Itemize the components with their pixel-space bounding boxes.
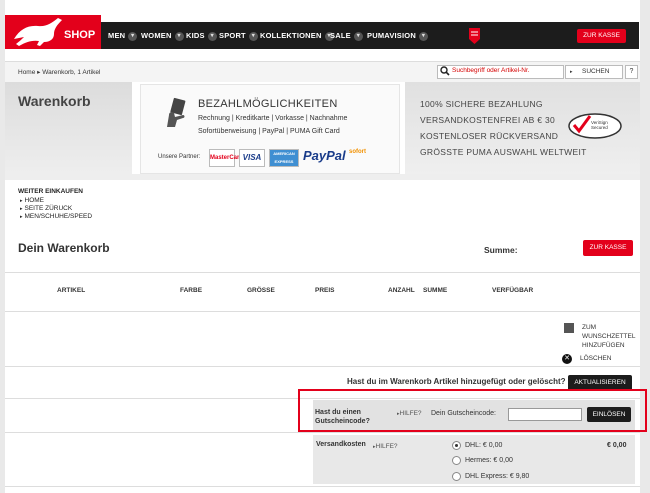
- puma-cat-logo-icon[interactable]: [10, 15, 65, 48]
- chevron-down-icon: ▾: [128, 31, 138, 41]
- shipping-label: Versandkosten: [316, 441, 366, 448]
- column-price: PREIS: [315, 287, 335, 294]
- table-divider: [5, 366, 640, 367]
- chevron-down-icon: ▾: [207, 31, 217, 41]
- chevron-down-icon: ▾: [418, 31, 428, 41]
- shipping-help-link[interactable]: HILFE?: [373, 443, 398, 450]
- page-title: Warenkorb: [18, 93, 91, 109]
- wishlist-icon[interactable]: [564, 323, 574, 333]
- payment-methods-line1: Rechnung | Kreditkarte | Vorkasse | Nach…: [198, 115, 348, 122]
- nav-sale[interactable]: SALE ▾: [330, 31, 363, 41]
- table-divider: [5, 272, 640, 273]
- payment-title: BEZAHLMÖGLICHKEITEN: [198, 98, 338, 110]
- nav-kids-label: KIDS: [186, 31, 205, 40]
- column-article: ARTIKEL: [57, 287, 86, 294]
- delete-icon[interactable]: ✕: [562, 354, 572, 364]
- nav-sport-label: SPORT: [219, 31, 246, 40]
- puma-shield-icon: [469, 28, 480, 44]
- nav-kollektionen-label: KOLLEKTIONEN: [260, 31, 322, 40]
- promise-secure-payment: 100% SICHERE BEZAHLUNG: [420, 99, 543, 109]
- promise-free-returns: KOSTENLOSER RÜCKVERSAND: [420, 131, 559, 141]
- nav-kids[interactable]: KIDS ▾: [186, 31, 217, 41]
- sum-label: Summe:: [484, 245, 518, 255]
- chevron-down-icon: ▾: [248, 31, 258, 41]
- promise-free-shipping: VERSANDKOSTENFREI AB € 30: [420, 115, 556, 125]
- search-button[interactable]: ▸ SUCHEN: [565, 65, 623, 79]
- chevron-down-icon: ▾: [174, 31, 184, 41]
- search-button-label: SUCHEN: [582, 68, 610, 75]
- nav-kollektionen[interactable]: KOLLEKTIONEN ▾: [260, 31, 334, 41]
- column-quantity: ANZAHL: [388, 287, 415, 294]
- continue-link-category[interactable]: MEN/SCHUHE/SPEED: [20, 213, 93, 220]
- paypal-logo: PayPal: [303, 148, 346, 163]
- checkout-button-top[interactable]: ZUR KASSE: [577, 29, 626, 43]
- shop-label[interactable]: SHOP: [64, 29, 95, 41]
- checkout-button[interactable]: ZUR KASSE: [583, 240, 633, 256]
- nav-women-label: WOMEN: [141, 31, 172, 40]
- wishlist-link[interactable]: ZUM WUNSCHZETTEL HINZUFÜGEN: [582, 323, 638, 350]
- chevron-down-icon: ▾: [353, 31, 363, 41]
- nav-sale-label: SALE: [330, 31, 351, 40]
- cart-title: Dein Warenkorb: [18, 241, 110, 255]
- visa-logo: VISA: [239, 149, 265, 167]
- search-icon: [440, 66, 450, 76]
- sofort-logo: sofort: [349, 149, 366, 155]
- help-button[interactable]: ?: [625, 65, 638, 79]
- arrow-right-icon: ▸: [570, 69, 573, 75]
- hand-card-icon: [167, 97, 186, 127]
- nav-men-label: MEN: [108, 31, 126, 40]
- table-divider: [5, 311, 640, 312]
- voucher-highlight-frame: [298, 389, 647, 432]
- shipping-option-dhl-express: DHL Express: € 9,80: [465, 473, 530, 480]
- continue-shopping-title: WEITER EINKAUFEN: [18, 188, 83, 195]
- search-placeholder: Suchbegriff oder Artikel-Nr.: [452, 67, 530, 74]
- table-divider: [5, 432, 640, 433]
- column-size: GRÖSSE: [247, 287, 275, 294]
- nav-pumavision-label: PUMAVISION: [367, 31, 416, 40]
- nav-sport[interactable]: SPORT ▾: [219, 31, 258, 41]
- nav-men[interactable]: MEN ▾: [108, 31, 138, 41]
- nav-women[interactable]: WOMEN ▾: [141, 31, 184, 41]
- shipping-option-dhl: DHL: € 0,00: [465, 442, 503, 449]
- column-available: VERFÜGBAR: [492, 287, 534, 294]
- table-divider: [5, 486, 640, 487]
- amex-logo: AMERICAN EXPRESS: [269, 149, 299, 167]
- column-sum: SUMME: [423, 287, 448, 294]
- shipping-radio-dhl-express[interactable]: [452, 472, 461, 481]
- verisign-label: VeriSign Secured: [591, 120, 608, 130]
- continue-link-home[interactable]: HOME: [20, 197, 45, 204]
- nav-pumavision[interactable]: PUMAVISION ▾: [367, 31, 428, 41]
- payment-methods-line2: Sofortüberweisung | PayPal | PUMA Gift C…: [198, 128, 340, 135]
- mastercard-logo: MasterCard: [209, 149, 243, 167]
- breadcrumb[interactable]: Home ▸ Warenkorb, 1 Artikel: [18, 68, 101, 76]
- partners-label: Unsere Partner:: [158, 154, 201, 160]
- banner-divider: [5, 174, 640, 180]
- column-color: FARBE: [180, 287, 203, 294]
- delete-link[interactable]: LÖSCHEN: [580, 355, 611, 362]
- shipping-price: € 0,00: [607, 442, 627, 449]
- continue-link-back[interactable]: SEITE ZÜRUCK: [20, 205, 73, 212]
- shipping-radio-hermes[interactable]: [452, 456, 461, 465]
- shipping-radio-dhl[interactable]: [452, 441, 461, 450]
- shipping-option-hermes: Hermes: € 0,00: [465, 457, 513, 464]
- promise-largest-selection: GRÖSSTE PUMA AUSWAHL WELTWEIT: [420, 147, 587, 157]
- update-question: Hast du im Warenkorb Artikel hinzugefügt…: [347, 377, 566, 386]
